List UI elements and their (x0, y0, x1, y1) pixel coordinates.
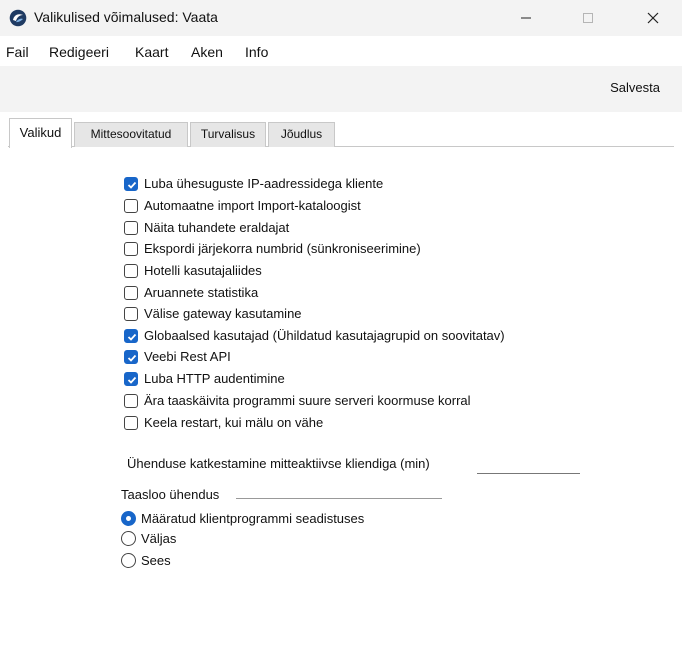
checkbox[interactable] (124, 198, 138, 213)
checkbox[interactable] (124, 220, 138, 235)
option-row[interactable]: Ära taaskäivita programmi suure serveri … (124, 391, 471, 410)
option-label: Luba HTTP audentimine (144, 371, 285, 386)
window-title: Valikulised võimalused: Vaata (34, 9, 218, 25)
option-row[interactable]: Luba HTTP audentimine (124, 369, 285, 388)
reconnect-group-label: Taasloo ühendus (121, 487, 220, 502)
menu-info[interactable]: Info (245, 44, 268, 60)
maximize-button[interactable] (565, 0, 611, 36)
radio[interactable] (121, 531, 136, 546)
radio-label: Määratud klientprogrammi seadistuses (141, 511, 365, 526)
checkbox-checked[interactable] (124, 176, 138, 191)
tab-valikud[interactable]: Valikud (9, 118, 72, 148)
menu-aken[interactable]: Aken (191, 44, 223, 60)
option-row[interactable]: Ekspordi järjekorra numbrid (sünkronisee… (124, 239, 421, 258)
checkbox[interactable] (124, 285, 138, 300)
checkbox[interactable] (124, 306, 138, 321)
option-row[interactable]: Aruannete statistika (124, 283, 258, 302)
radio-selected[interactable] (121, 511, 136, 526)
close-icon (647, 12, 659, 24)
minimize-button[interactable] (503, 0, 549, 36)
option-label: Veebi Rest API (144, 349, 231, 364)
option-label: Luba ühesuguste IP-aadressidega kliente (144, 176, 384, 191)
tab-mittesoovitatud[interactable]: Mittesoovitatud (74, 122, 188, 147)
option-row[interactable]: Näita tuhandete eraldajat (124, 218, 289, 237)
tab-turvalisus[interactable]: Turvalisus (190, 122, 266, 147)
menu-redigeeri[interactable]: Redigeeri (49, 44, 109, 60)
checkbox-checked[interactable] (124, 349, 138, 364)
option-row[interactable]: Hotelli kasutajaliides (124, 261, 262, 280)
option-label: Automaatne import Import-kataloogist (144, 198, 361, 213)
menu-fail[interactable]: Fail (6, 44, 29, 60)
timeout-label: Ühenduse katkestamine mitteaktiivse klie… (127, 456, 430, 471)
group-divider (236, 498, 442, 499)
close-button[interactable] (630, 0, 676, 36)
radio-label: Sees (141, 553, 171, 568)
option-label: Aruannete statistika (144, 285, 259, 300)
toolbar: Salvesta (0, 66, 682, 112)
radio-option[interactable]: Määratud klientprogrammi seadistuses (121, 509, 364, 528)
option-label: Näita tuhandete eraldajat (144, 220, 290, 235)
option-label: Globaalsed kasutajad (Ühildatud kasutaja… (144, 328, 505, 343)
checkbox-checked[interactable] (124, 328, 138, 343)
menu-kaart[interactable]: Kaart (135, 44, 168, 60)
timeout-input[interactable] (477, 459, 580, 474)
option-label: Hotelli kasutajaliides (144, 263, 262, 278)
options-panel: Valikud Mittesoovitatud Turvalisus Jõudl… (0, 112, 682, 645)
checkbox[interactable] (124, 393, 138, 408)
radio[interactable] (121, 553, 136, 568)
option-label: Välise gateway kasutamine (144, 306, 302, 321)
option-row[interactable]: Automaatne import Import-kataloogist (124, 196, 361, 215)
option-row[interactable]: Globaalsed kasutajad (Ühildatud kasutaja… (124, 326, 505, 345)
option-label: Ära taaskäivita programmi suure serveri … (144, 393, 471, 408)
option-label: Keela restart, kui mälu on vähe (144, 415, 324, 430)
tab-joudlus[interactable]: Jõudlus (268, 122, 335, 147)
option-row[interactable]: Veebi Rest API (124, 347, 231, 366)
title-bar: Valikulised võimalused: Vaata (0, 0, 682, 36)
checkbox[interactable] (124, 415, 138, 430)
checkbox[interactable] (124, 241, 138, 256)
option-row[interactable]: Luba ühesuguste IP-aadressidega kliente (124, 174, 383, 193)
radio-label: Väljas (141, 531, 177, 546)
checkbox-checked[interactable] (124, 371, 138, 386)
option-label: Ekspordi järjekorra numbrid (sünkronisee… (144, 241, 421, 256)
save-button[interactable]: Salvesta (610, 80, 660, 95)
option-row[interactable]: Välise gateway kasutamine (124, 304, 302, 323)
option-row[interactable]: Keela restart, kui mälu on vähe (124, 413, 323, 432)
radio-option[interactable]: Sees (121, 551, 171, 570)
checkbox[interactable] (124, 263, 138, 278)
app-logo-icon (9, 9, 27, 27)
menu-bar: Fail Redigeeri Kaart Aken Info (0, 36, 682, 66)
radio-option[interactable]: Väljas (121, 529, 176, 548)
